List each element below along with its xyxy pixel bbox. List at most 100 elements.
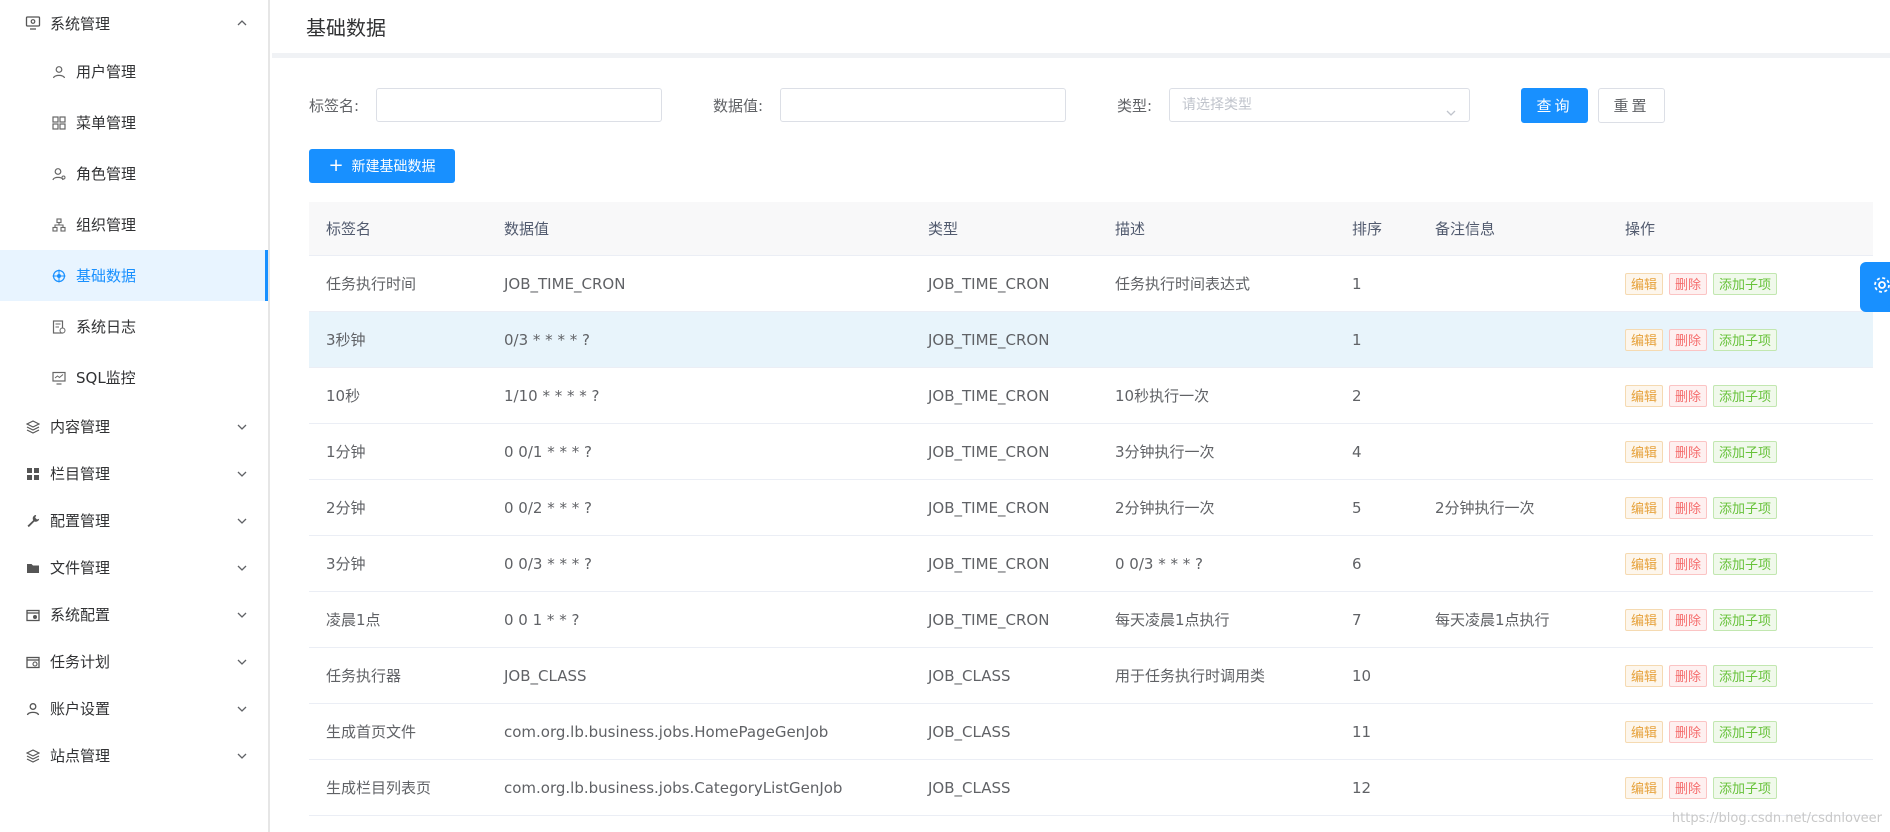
table-cell: 用于任务执行时调用类	[1115, 667, 1266, 685]
add-child-button[interactable]: 添加子项	[1713, 552, 1778, 575]
table-row[interactable]: 3秒钟 0/3 * * * * ? JOB_TIME_CRON 1 编辑 删除 添加子项	[309, 312, 1873, 368]
sidebar-group[interactable]: 系统配置	[0, 591, 268, 638]
edit-button[interactable]: 编辑	[1625, 384, 1664, 407]
table-cell: JOB_CLASS	[928, 666, 1011, 685]
sidebar-group[interactable]: 内容管理	[0, 403, 268, 450]
table-cell: 1	[1352, 274, 1362, 293]
edit-button[interactable]: 编辑	[1625, 608, 1664, 631]
table-row[interactable]: 生成栏目列表页 com.org.lb.business.jobs.Category…	[309, 760, 1873, 816]
chevron-down-icon	[236, 515, 248, 527]
sidebar-group[interactable]: 任务计划	[0, 638, 268, 685]
edit-button[interactable]: 编辑	[1625, 496, 1664, 519]
table-cell: 1	[1352, 330, 1362, 349]
sidebar-subitem[interactable]: 系统日志	[0, 301, 268, 352]
table-row[interactable]: 2分钟 0 0/2 * * * ? JOB_TIME_CRON 2分钟执行一次 5 2分钟…	[309, 480, 1873, 536]
table-cell: 5	[1352, 498, 1362, 517]
data-value-input[interactable]	[780, 88, 1066, 122]
chevron-down-icon	[236, 562, 248, 574]
table-row[interactable]: 1分钟 0 0/1 * * * ? JOB_TIME_CRON 3分钟执行一次 4 编辑删…	[309, 424, 1873, 480]
delete-button[interactable]: 删除	[1669, 776, 1708, 799]
table-cell: 2分钟执行一次	[1435, 499, 1535, 517]
data-icon	[51, 268, 67, 284]
table-cell: 1/10 * * * * ?	[504, 386, 600, 405]
sidebar-subitem[interactable]: 菜单管理	[0, 97, 268, 148]
delete-button[interactable]: 删除	[1669, 440, 1708, 463]
sidebar-group[interactable]: 站点管理	[0, 732, 268, 779]
edit-button[interactable]: 编辑	[1625, 776, 1664, 799]
sidebar-group[interactable]: 配置管理	[0, 497, 268, 544]
table-cell: JOB_TIME_CRON	[928, 274, 1050, 293]
ops-cell: 编辑 删除 添加子项	[1608, 720, 1873, 743]
delete-button[interactable]: 删除	[1669, 664, 1708, 687]
gear-icon	[1868, 274, 1890, 300]
delete-button[interactable]: 删除	[1669, 272, 1708, 295]
label-name-label: 标签名:	[309, 97, 360, 115]
new-data-button[interactable]: + 新建基础数据	[309, 149, 455, 183]
add-child-button[interactable]: 添加子项	[1713, 328, 1778, 351]
table-row[interactable]: 任务执行时间 JOB_TIME_CRON JOB_TIME_CRON 任务执行时间表达…	[309, 256, 1873, 312]
header-cell: 排序	[1352, 220, 1383, 238]
delete-button[interactable]: 删除	[1669, 608, 1708, 631]
edit-button[interactable]: 编辑	[1625, 664, 1664, 687]
page-header: 基础数据	[272, 0, 1890, 58]
edit-button[interactable]: 编辑	[1625, 272, 1664, 295]
table-row[interactable]: 生成首页文件 com.org.lb.business.jobs.HomePageG…	[309, 704, 1873, 760]
add-child-button[interactable]: 添加子项	[1713, 440, 1778, 463]
chevron-down-icon	[236, 609, 248, 621]
edit-button[interactable]: 编辑	[1625, 720, 1664, 743]
header-cell: 数据值	[504, 220, 550, 238]
table-row[interactable]: 凌晨1点 0 0 1 * * ? JOB_TIME_CRON 每天凌晨1点执行 7 每天凌…	[309, 592, 1873, 648]
sidebar-subitem-label: SQL监控	[76, 369, 136, 387]
table-row[interactable]: 3分钟 0 0/3 * * * ? JOB_TIME_CRON 0 0/3 * * *…	[309, 536, 1873, 592]
delete-button[interactable]: 删除	[1669, 384, 1708, 407]
header-cell: 标签名	[326, 220, 372, 238]
sidebar-subitem-label: 菜单管理	[76, 114, 137, 132]
table-cell: com.org.lb.business.jobs.CategoryListGen…	[504, 778, 843, 797]
sidebar-subitem[interactable]: SQL监控	[0, 352, 268, 403]
delete-button[interactable]: 删除	[1669, 328, 1708, 351]
sidebar-group[interactable]: 文件管理	[0, 544, 268, 591]
add-child-button[interactable]: 添加子项	[1713, 776, 1778, 799]
reset-button[interactable]: 重置	[1598, 88, 1665, 123]
type-select[interactable]: 请选择类型	[1169, 88, 1470, 122]
table-cell: 0 0 1 * * ?	[504, 610, 580, 629]
query-button[interactable]: 查询	[1521, 88, 1588, 123]
add-child-button[interactable]: 添加子项	[1713, 608, 1778, 631]
add-child-button[interactable]: 添加子项	[1713, 720, 1778, 743]
sidebar-group[interactable]: 栏目管理	[0, 450, 268, 497]
edit-button[interactable]: 编辑	[1625, 552, 1664, 575]
table-row[interactable]: 10秒 1/10 * * * * ? JOB_TIME_CRON 10秒执行一次 2 编辑…	[309, 368, 1873, 424]
sidebar-subitem[interactable]: 角色管理	[0, 148, 268, 199]
add-child-button[interactable]: 添加子项	[1713, 272, 1778, 295]
layers-icon	[25, 419, 41, 435]
sidebar-group[interactable]: 账户设置	[0, 685, 268, 732]
table-cell: 0/3 * * * * ?	[504, 330, 590, 349]
delete-button[interactable]: 删除	[1669, 552, 1708, 575]
add-child-button[interactable]: 添加子项	[1713, 664, 1778, 687]
table-cell: 4	[1352, 442, 1362, 461]
edit-button[interactable]: 编辑	[1625, 328, 1664, 351]
monitor-icon	[51, 370, 67, 386]
sidebar-subitem[interactable]: 组织管理	[0, 199, 268, 250]
sidebar-subitem[interactable]: 用户管理	[0, 46, 268, 97]
header-cell: 备注信息	[1435, 220, 1496, 238]
reset-button-label: 重置	[1613, 97, 1650, 115]
table-cell: JOB_TIME_CRON	[504, 274, 626, 293]
label-name-input[interactable]	[376, 88, 662, 122]
table-cell: 7	[1352, 610, 1362, 629]
table-cell: 凌晨1点	[326, 611, 381, 629]
add-child-button[interactable]: 添加子项	[1713, 496, 1778, 519]
table-row[interactable]: 任务执行器 JOB_CLASS JOB_CLASS 用于任务执行时调用类 10 编辑 删除添…	[309, 648, 1873, 704]
add-child-button[interactable]: 添加子项	[1713, 384, 1778, 407]
menu-system[interactable]: 系统管理	[0, 0, 268, 46]
settings-drawer-tab[interactable]	[1860, 262, 1890, 312]
sidebar-subitem-label: 系统日志	[76, 318, 137, 336]
delete-button[interactable]: 删除	[1669, 720, 1708, 743]
main-content: 基础数据 标签名: 数据值: 类型: 请选择类型 查询 重置 + 新建基础数据 …	[272, 0, 1890, 832]
delete-button[interactable]: 删除	[1669, 496, 1708, 519]
type-select-placeholder: 请选择类型	[1182, 97, 1252, 113]
edit-button[interactable]: 编辑	[1625, 440, 1664, 463]
chevron-down-icon	[236, 750, 248, 762]
account-icon	[25, 701, 41, 717]
sidebar-subitem[interactable]: 基础数据	[0, 250, 268, 301]
